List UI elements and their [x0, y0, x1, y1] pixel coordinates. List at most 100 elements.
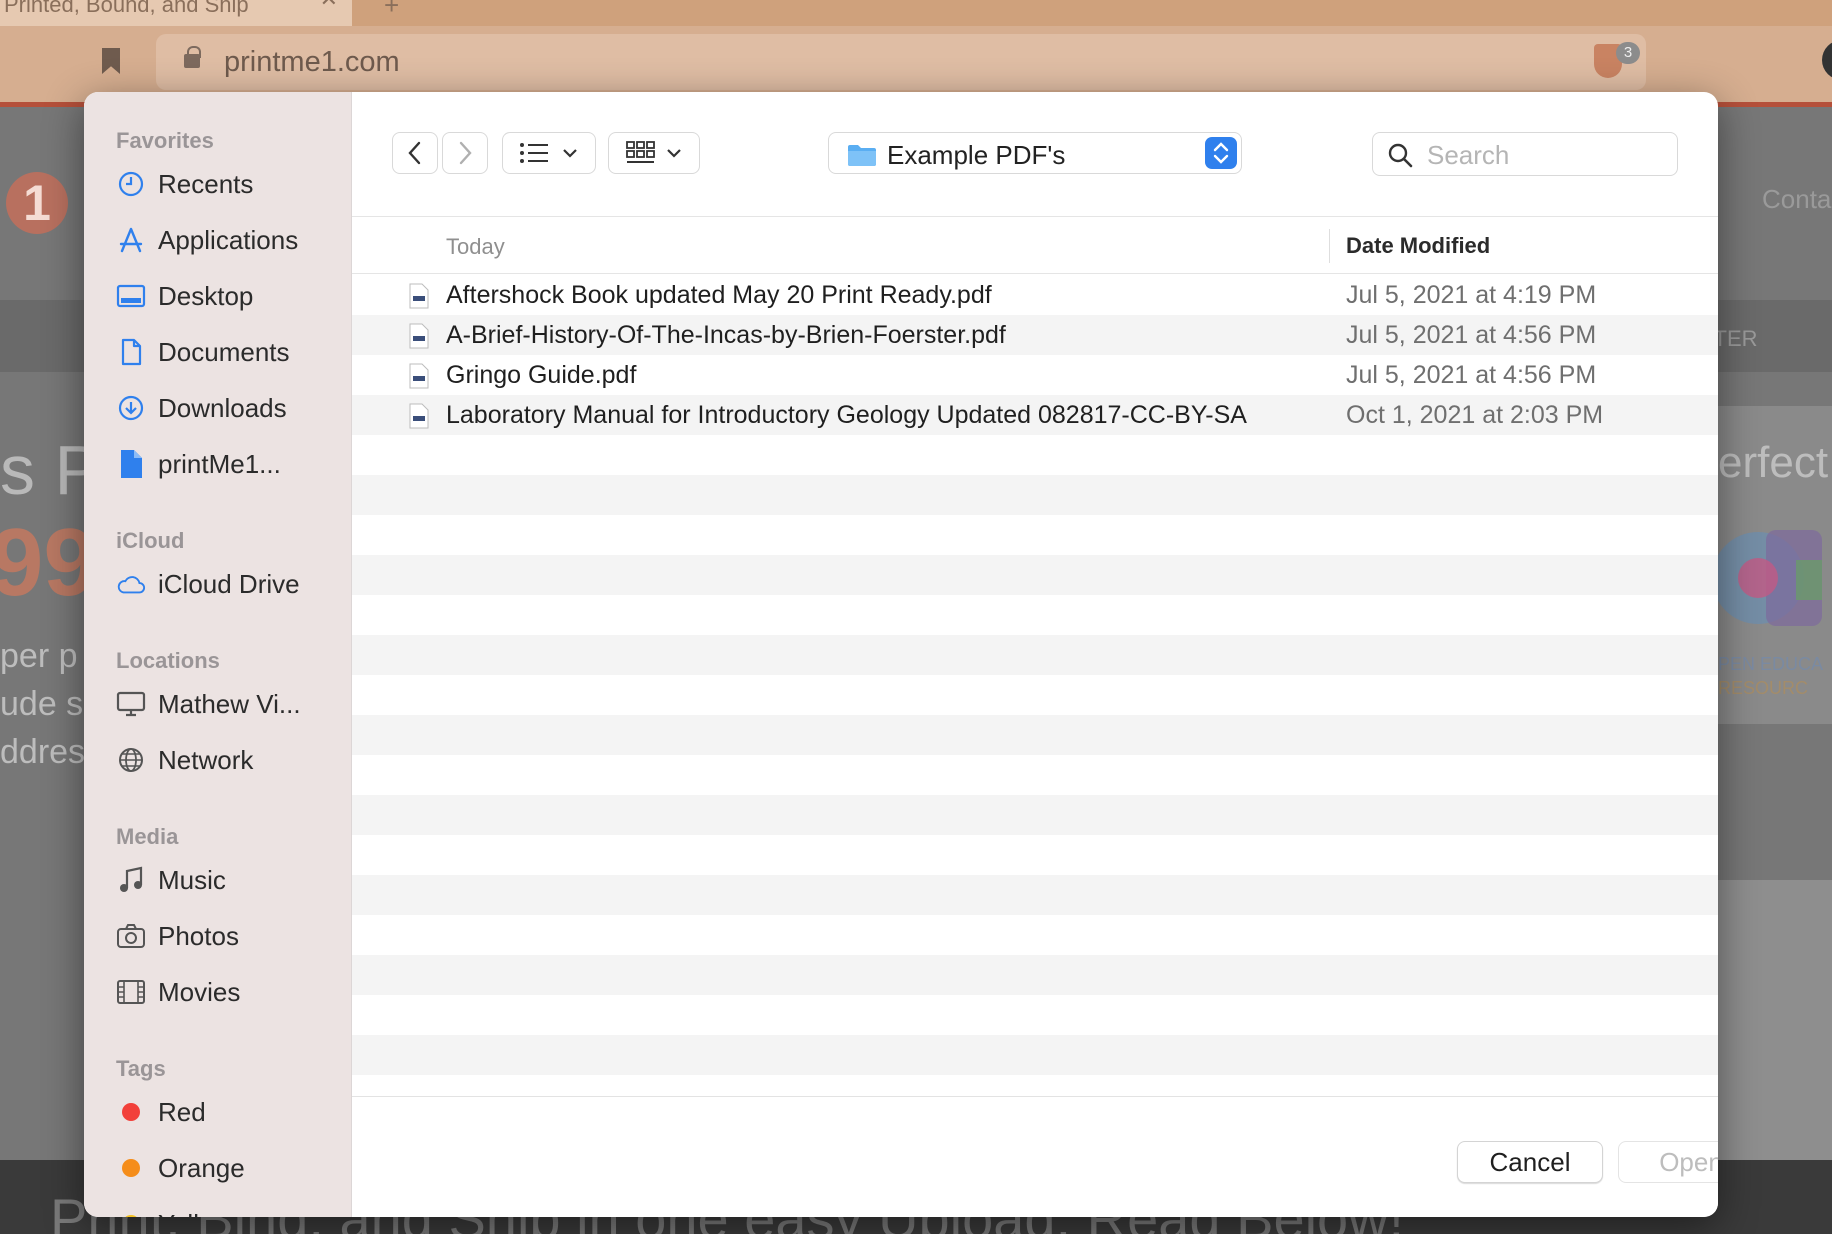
sidebar-item-label: Desktop	[158, 280, 254, 311]
list-view-icon	[520, 143, 548, 163]
sidebar-item-desktop[interactable]: Desktop	[116, 276, 346, 316]
sidebar-item-label: Movies	[158, 976, 241, 1007]
cloud-icon	[116, 569, 146, 599]
empty-row	[352, 835, 1718, 875]
empty-row	[352, 955, 1718, 995]
sidebar-item-label: Recents	[158, 168, 254, 199]
oer-line: RESOURC	[1718, 678, 1809, 698]
file-row[interactable]: A-Brief-History-Of-The-Incas-by-Brien-Fo…	[352, 315, 1718, 355]
sidebar-item-icloud-drive[interactable]: iCloud Drive	[116, 564, 346, 604]
sidebar-item-label: Mathew Vi...	[158, 688, 301, 719]
file-list-header: Today Date Modified S	[352, 216, 1718, 274]
empty-row	[352, 715, 1718, 755]
pdf-file-icon	[409, 403, 429, 429]
file-name: Aftershock Book updated May 20 Print Rea…	[446, 281, 992, 309]
sidebar-section-favorites: Favorites	[116, 128, 214, 153]
search-field[interactable]	[1372, 132, 1678, 176]
sidebar-section-locations: Locations	[116, 648, 220, 673]
sidebar-item-label: Documents	[158, 336, 290, 367]
hero-text-line: ude s	[0, 685, 84, 723]
chevron-down-icon	[667, 149, 681, 158]
column-date-modified[interactable]: Date Modified	[1346, 233, 1490, 259]
sidebar-tag-orange[interactable]: Orange	[116, 1148, 346, 1188]
sidebar-item-applications[interactable]: Applications	[116, 220, 346, 260]
file-list: Aftershock Book updated May 20 Print Rea…	[352, 275, 1718, 1095]
sidebar-item-recents[interactable]: Recents	[116, 164, 346, 204]
lock-icon	[184, 46, 201, 68]
sidebar-item-movies[interactable]: Movies	[116, 972, 346, 1012]
tag-dot-icon	[116, 1153, 146, 1183]
column-divider[interactable]	[1329, 229, 1330, 263]
sidebar-item-label: Applications	[158, 224, 299, 255]
oer-logo-icon	[1716, 530, 1822, 626]
sidebar-item-mathew[interactable]: Mathew Vi...	[116, 684, 346, 724]
sidebar-tag-yellow[interactable]: Yellow	[116, 1204, 346, 1217]
brave-shield-count: 3	[1616, 42, 1640, 64]
oer-logo-text: PEN EDUCA RESOURC	[1718, 652, 1823, 700]
paper-stack-image	[1712, 880, 1832, 1160]
chevron-right-icon	[459, 141, 472, 165]
file-icon	[116, 449, 146, 479]
sidebar-item-documents[interactable]: Documents	[116, 332, 346, 372]
search-input[interactable]	[1427, 141, 1667, 169]
empty-row	[352, 875, 1718, 915]
sidebar-item-music[interactable]: Music	[116, 860, 346, 900]
location-popup[interactable]: Example PDF's	[828, 132, 1242, 174]
sidebar-item-label: Network	[158, 744, 254, 775]
current-folder-name: Example PDF's	[887, 140, 1066, 170]
sidebar-item-label: Yellow	[158, 1209, 232, 1218]
up-down-stepper-icon	[1205, 137, 1237, 169]
chevron-left-icon	[408, 141, 421, 165]
new-tab-icon[interactable]: +	[384, 0, 399, 21]
forward-button[interactable]	[442, 132, 488, 174]
sidebar-section-tags: Tags	[116, 1056, 166, 1081]
cancel-button[interactable]: Cancel	[1457, 1141, 1603, 1183]
clock-icon	[116, 169, 146, 199]
empty-row	[352, 1035, 1718, 1075]
empty-row	[352, 475, 1718, 515]
dialog-sidebar: Favorites Recents Applications Desktop D…	[84, 92, 352, 1217]
sidebar-item-printme1[interactable]: printMe1...	[116, 444, 346, 484]
sidebar-item-photos[interactable]: Photos	[116, 916, 346, 956]
hero-text-line: ddres	[0, 733, 86, 771]
site-logo: 1	[6, 172, 68, 234]
film-icon	[116, 977, 146, 1007]
desktop-icon	[116, 281, 146, 311]
open-file-dialog: Favorites Recents Applications Desktop D…	[84, 92, 1718, 1217]
download-icon	[116, 393, 146, 423]
file-name: Gringo Guide.pdf	[446, 361, 637, 389]
empty-row	[352, 435, 1718, 475]
close-tab-icon[interactable]: ✕	[320, 0, 338, 10]
file-row[interactable]: Gringo Guide.pdf Jul 5, 2021 at 4:56 PM	[352, 355, 1718, 395]
empty-row	[352, 755, 1718, 795]
file-name: A-Brief-History-Of-The-Incas-by-Brien-Fo…	[446, 321, 1006, 349]
right-heading-fragment: erfect	[1718, 438, 1829, 487]
browser-tab-strip: Printed, Bound, and Ship ✕ +	[0, 0, 1832, 26]
grid-view-icon	[626, 141, 655, 163]
sidebar-item-label: Photos	[158, 920, 239, 951]
file-date: Jul 5, 2021 at 4:56 PM	[1346, 321, 1597, 349]
file-row[interactable]: Aftershock Book updated May 20 Print Rea…	[352, 275, 1718, 315]
sidebar-item-downloads[interactable]: Downloads	[116, 388, 346, 428]
tag-dot-icon	[116, 1097, 146, 1127]
address-bar[interactable]: printme1.com	[156, 34, 1646, 90]
globe-icon	[116, 745, 146, 775]
empty-row	[352, 995, 1718, 1035]
sidebar-item-label: Red	[158, 1096, 206, 1127]
group-view-button[interactable]	[608, 132, 700, 174]
sidebar-item-label: printMe1...	[158, 448, 281, 479]
sidebar-tag-red[interactable]: Red	[116, 1092, 346, 1132]
sidebar-item-label: Orange	[158, 1152, 245, 1183]
sidebar-section-media: Media	[116, 824, 179, 849]
sidebar-item-network[interactable]: Network	[116, 740, 346, 780]
open-button[interactable]: Open	[1618, 1141, 1718, 1183]
browser-tab[interactable]: Printed, Bound, and Ship ✕	[0, 0, 352, 26]
camera-icon	[116, 921, 146, 951]
list-view-button[interactable]	[502, 132, 596, 174]
back-button[interactable]	[392, 132, 438, 174]
file-date: Jul 5, 2021 at 4:56 PM	[1346, 361, 1597, 389]
file-row[interactable]: Laboratory Manual for Introductory Geolo…	[352, 395, 1718, 435]
folder-icon	[848, 145, 876, 166]
sidebar-item-label: Downloads	[158, 392, 287, 423]
hero-text-line: per p	[0, 637, 78, 675]
